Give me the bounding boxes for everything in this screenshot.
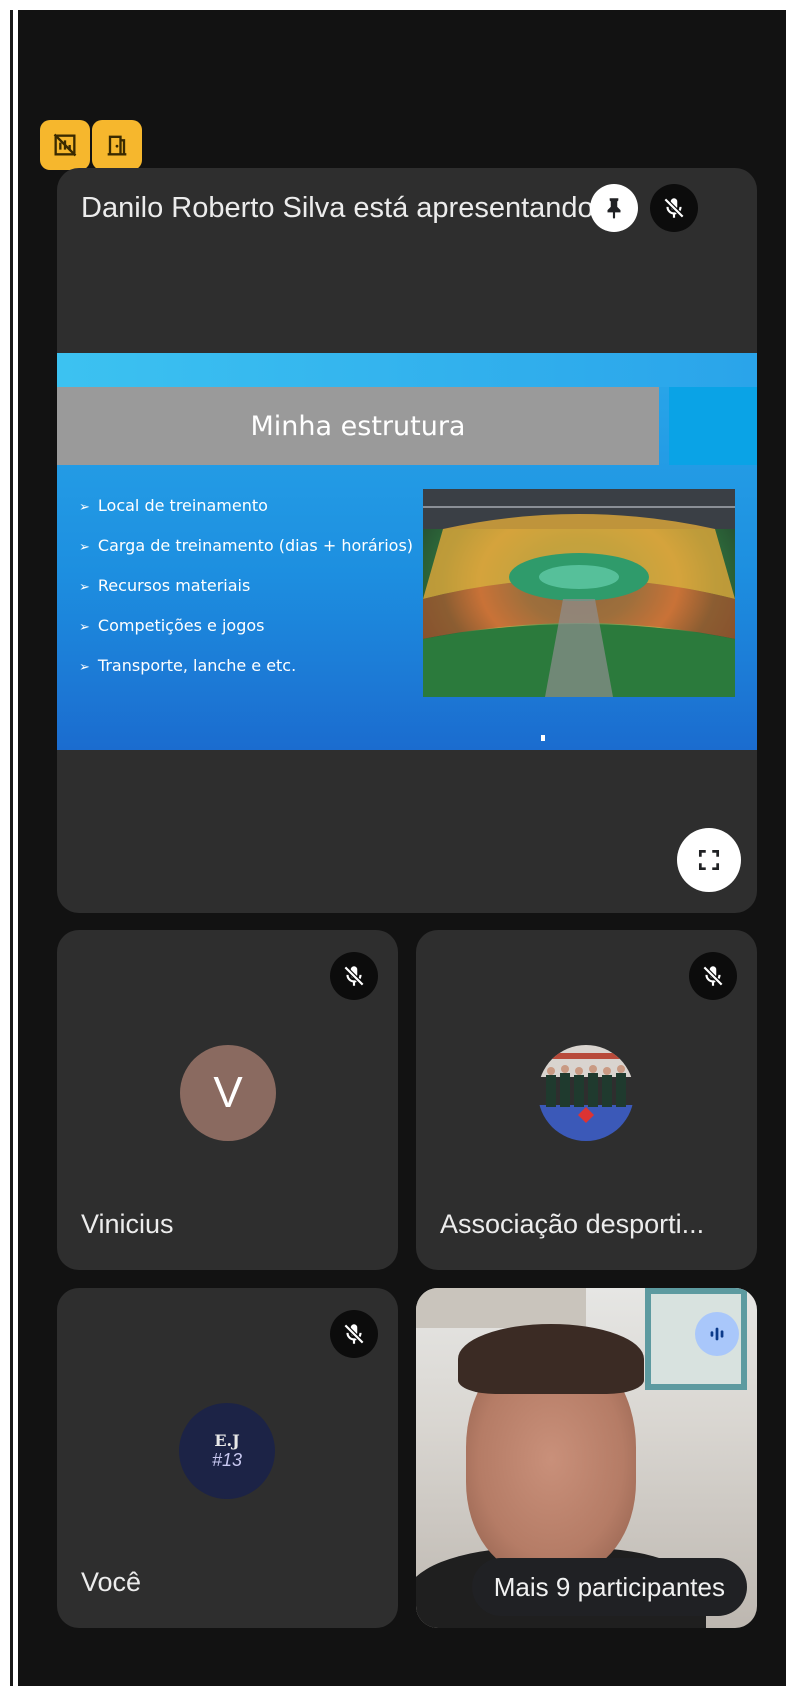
avatar-initial: V xyxy=(213,1068,243,1117)
host-controls-badge-icon[interactable] xyxy=(92,120,142,170)
mic-off-icon xyxy=(343,1323,365,1345)
window-edge xyxy=(10,10,13,1686)
shared-slide: Minha estrutura ➢ Local de treinamento ➢ C… xyxy=(57,353,757,750)
slide-title: Minha estrutura xyxy=(57,387,659,465)
participant-muted-indicator xyxy=(689,952,737,1000)
participant-tile-self[interactable]: E.J #13 Você xyxy=(57,1288,398,1628)
presenter-label: Danilo Roberto Silva está apresentando xyxy=(81,192,594,224)
speaking-indicator xyxy=(695,1312,739,1356)
presentation-tile[interactable]: Danilo Roberto Silva está apresentando M… xyxy=(57,168,757,913)
slide-bullet: ➢ Local de treinamento xyxy=(79,496,268,515)
mic-off-icon xyxy=(702,965,724,987)
avatar-number: #13 xyxy=(211,1450,243,1470)
fullscreen-button[interactable] xyxy=(677,828,741,892)
slide-bullet: ➢ Competições e jogos xyxy=(79,616,265,635)
avatar: V xyxy=(180,1045,276,1141)
avatar-text: E.J xyxy=(214,1431,240,1450)
no-screenshot-badge-icon[interactable] xyxy=(40,120,90,170)
slide-bullet: ➢ Transporte, lanche e etc. xyxy=(79,656,297,675)
mic-off-icon xyxy=(343,965,365,987)
avatar: E.J #13 xyxy=(179,1403,275,1499)
pin-button[interactable] xyxy=(590,184,638,232)
audio-level-icon xyxy=(710,1327,724,1341)
avatar xyxy=(538,1045,634,1141)
slide-bullet-list: ➢ Local de treinamento ➢ Carga de treiname… xyxy=(79,495,413,695)
fullscreen-icon xyxy=(698,849,720,871)
participant-name: Vinicius xyxy=(81,1209,174,1239)
participant-name: Você xyxy=(81,1567,142,1597)
slide-accent-block xyxy=(669,387,757,465)
mic-off-icon xyxy=(663,197,685,219)
meet-call-screen: Danilo Roberto Silva está apresentando M… xyxy=(18,10,786,1686)
slide-bullet: ➢ Recursos materiais xyxy=(79,576,251,595)
slide-bullet: ➢ Carga de treinamento (dias + horários) xyxy=(79,536,414,555)
participant-tile-vinicius[interactable]: V Vinicius xyxy=(57,930,398,1270)
participant-name: Associação desporti... xyxy=(440,1209,705,1239)
more-participants-button[interactable]: Mais 9 participantes xyxy=(471,1558,747,1616)
mouse-cursor xyxy=(541,735,545,741)
pin-icon xyxy=(607,198,621,219)
participant-muted-indicator xyxy=(330,952,378,1000)
participant-muted-indicator xyxy=(330,1310,378,1358)
slide-top-band xyxy=(57,353,757,387)
participant-video-tile[interactable]: Mais 9 participantes xyxy=(416,1288,757,1628)
participant-tile-associacao[interactable]: Associação desporti... xyxy=(416,930,757,1270)
arena-photo xyxy=(423,489,735,697)
presenter-muted-indicator xyxy=(650,184,698,232)
